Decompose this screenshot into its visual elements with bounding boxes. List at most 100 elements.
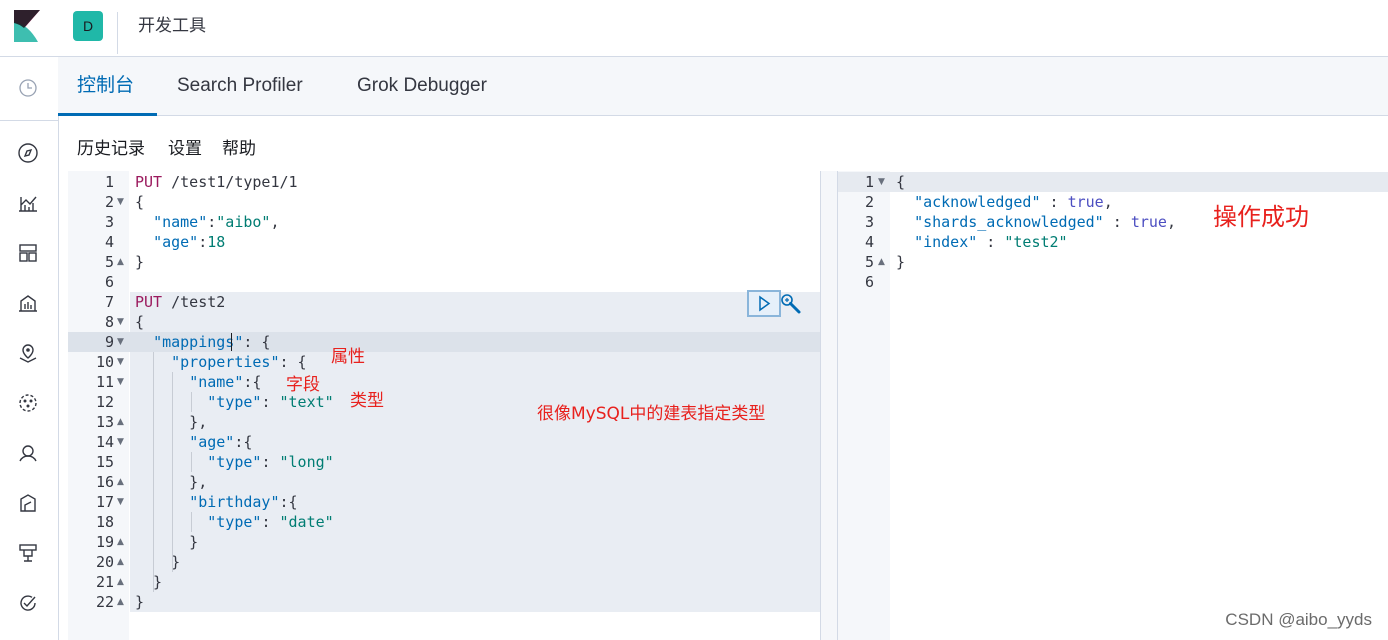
- canvas-icon[interactable]: [16, 291, 40, 315]
- code-line[interactable]: {: [135, 312, 144, 332]
- nav-divider: [0, 120, 58, 121]
- graph-icon[interactable]: [16, 441, 40, 465]
- code-line[interactable]: "shards_acknowledged" : true,: [896, 212, 1176, 232]
- settings-link[interactable]: 设置: [168, 138, 202, 160]
- code-token: PUT: [135, 173, 163, 191]
- code-line[interactable]: "age":18: [135, 232, 225, 252]
- fold-up-icon[interactable]: ▲: [117, 472, 124, 492]
- code-line[interactable]: "acknowledged" : true,: [896, 192, 1113, 212]
- play-icon: [759, 295, 771, 312]
- annotation-mysql-note: 很像MySQL中的建表指定类型: [537, 404, 766, 424]
- fold-up-icon[interactable]: ▲: [117, 532, 124, 552]
- fold-up-icon[interactable]: ▲: [117, 592, 124, 612]
- history-link[interactable]: 历史记录: [77, 138, 145, 160]
- tab-console[interactable]: 控制台: [77, 73, 134, 99]
- code-token: }: [135, 573, 163, 591]
- clock-icon[interactable]: [16, 76, 40, 100]
- fold-down-icon[interactable]: ▼: [878, 172, 885, 192]
- code-token: "shards_acknowledged": [914, 213, 1104, 231]
- fold-down-icon[interactable]: ▼: [117, 332, 124, 352]
- code-token: ,: [1166, 213, 1176, 231]
- line-number: 9: [104, 333, 114, 351]
- code-line[interactable]: "mappings": {: [135, 332, 270, 352]
- code-token: true: [1130, 213, 1167, 231]
- code-token: "name": [153, 213, 208, 231]
- fold-up-icon[interactable]: ▲: [878, 252, 885, 272]
- annotation-field: 字段: [286, 375, 320, 395]
- line-number: 4: [864, 233, 874, 251]
- code-token: "birthday": [189, 493, 280, 511]
- maps-icon[interactable]: [16, 341, 40, 365]
- tab-grok-debugger[interactable]: Grok Debugger: [357, 73, 487, 99]
- code-token: "aibo": [216, 213, 271, 231]
- code-line[interactable]: "birthday":{: [135, 492, 298, 512]
- fold-up-icon[interactable]: ▲: [117, 252, 124, 272]
- code-line[interactable]: "properties": {: [135, 352, 306, 372]
- top-header: [0, 0, 1388, 57]
- indent-guide: [191, 512, 192, 532]
- annotation-type: 类型: [350, 391, 384, 411]
- code-token: "properties": [171, 353, 280, 371]
- code-line[interactable]: }: [135, 532, 198, 552]
- fold-up-icon[interactable]: ▲: [117, 572, 124, 592]
- fold-down-icon[interactable]: ▼: [117, 192, 124, 212]
- tab-search-profiler[interactable]: Search Profiler: [177, 73, 303, 99]
- send-request-button[interactable]: [747, 290, 781, 317]
- line-number: 8: [104, 313, 114, 331]
- code-token: }: [896, 253, 906, 271]
- visualize-icon[interactable]: [16, 191, 40, 215]
- code-line[interactable]: }: [135, 552, 180, 572]
- code-token: ,: [270, 213, 280, 231]
- code-line[interactable]: "type": "long": [135, 452, 334, 472]
- fold-up-icon[interactable]: ▲: [117, 412, 124, 432]
- compass-icon[interactable]: [16, 141, 40, 165]
- uptime-icon[interactable]: [16, 591, 40, 615]
- fold-down-icon[interactable]: ▼: [117, 312, 124, 332]
- code-line[interactable]: }: [135, 252, 144, 272]
- code-line[interactable]: "name":"aibo",: [135, 212, 280, 232]
- dashboard-icon[interactable]: [16, 241, 40, 265]
- code-line[interactable]: {: [896, 172, 905, 192]
- fold-down-icon[interactable]: ▼: [117, 432, 124, 452]
- indent-guide: [153, 352, 154, 592]
- code-token: :: [261, 393, 280, 411]
- ml-icon[interactable]: [16, 391, 40, 415]
- code-token: "long": [279, 453, 334, 471]
- line-number: 20: [95, 553, 114, 571]
- help-link[interactable]: 帮助: [222, 138, 256, 160]
- fold-down-icon[interactable]: ▼: [117, 372, 124, 392]
- line-number: 4: [104, 233, 114, 251]
- code-token: :{: [279, 493, 298, 511]
- code-line[interactable]: }: [135, 592, 144, 612]
- infra-icon[interactable]: [16, 541, 40, 565]
- wrench-icon[interactable]: [779, 292, 803, 316]
- code-line[interactable]: {: [135, 192, 144, 212]
- code-line[interactable]: "index" : "test2": [896, 232, 1068, 252]
- code-line[interactable]: }: [896, 252, 905, 272]
- code-token: /test2: [162, 293, 226, 311]
- line-number: 17: [95, 493, 114, 511]
- kibana-logo-icon[interactable]: [14, 10, 40, 42]
- code-token: true: [1067, 193, 1104, 211]
- code-token: "type": [207, 513, 262, 531]
- watermark: CSDN @aibo_yyds: [1225, 610, 1372, 629]
- fold-down-icon[interactable]: ▼: [117, 352, 124, 372]
- code-token: :: [207, 213, 217, 231]
- code-token: "date": [279, 513, 334, 531]
- code-line[interactable]: }: [135, 572, 162, 592]
- code-token: }: [135, 593, 145, 611]
- code-line[interactable]: PUT /test2: [135, 292, 225, 312]
- line-number: 13: [95, 413, 114, 431]
- fold-down-icon[interactable]: ▼: [117, 492, 124, 512]
- response-active-line: [838, 172, 1388, 192]
- indent-guide: [172, 372, 173, 572]
- app-title: 开发工具: [138, 16, 206, 35]
- code-line[interactable]: PUT /test1/type1/1: [135, 172, 298, 192]
- fold-up-icon[interactable]: ▲: [117, 552, 124, 572]
- code-line[interactable]: "type": "date": [135, 512, 334, 532]
- space-avatar[interactable]: D: [73, 11, 103, 41]
- apm-icon[interactable]: [16, 491, 40, 515]
